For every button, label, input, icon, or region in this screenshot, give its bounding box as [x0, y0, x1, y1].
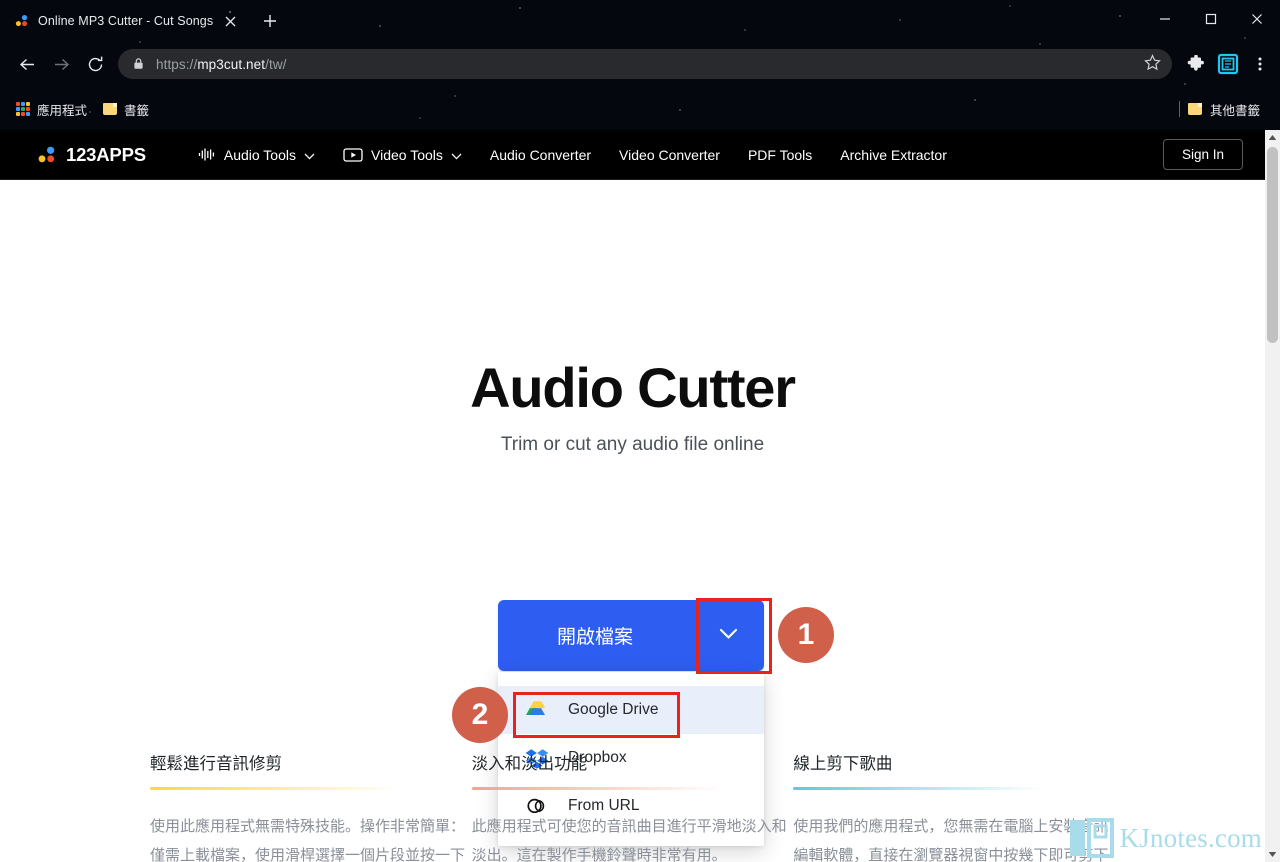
page-scrollbar[interactable]: [1265, 130, 1280, 862]
feature-body: 使用我們的應用程式，您無需在電腦上安裝音訊編輯軟體，直接在瀏覽器視窗中按幾下即可…: [793, 818, 1109, 862]
feature-accent-line: [793, 787, 1044, 790]
site-nav-links: Audio Tools Video Tools Audio Converter …: [184, 141, 961, 169]
lock-icon: [132, 57, 146, 71]
tab-title: Online MP3 Cutter - Cut Songs: [38, 14, 214, 28]
nav-item-archive-extractor[interactable]: Archive Extractor: [826, 141, 961, 169]
plus-icon[interactable]: [256, 7, 284, 35]
nav-item-label: PDF Tools: [747, 146, 813, 163]
feature-title: 輕鬆進行音訊修剪: [150, 755, 282, 773]
three-dots-vertical-icon[interactable]: [1246, 50, 1274, 78]
nav-item-label: Audio Tools: [223, 146, 296, 163]
nav-item-video-tools[interactable]: Video Tools: [329, 141, 476, 169]
puzzle-piece-icon[interactable]: [1182, 50, 1210, 78]
bookmark-folder-item[interactable]: 書籤: [95, 97, 157, 122]
open-file-button[interactable]: 開啟檔案: [498, 600, 764, 671]
reload-icon[interactable]: [78, 47, 112, 81]
nav-item-pdf-tools[interactable]: PDF Tools: [734, 141, 826, 169]
maximize-icon[interactable]: [1188, 2, 1234, 36]
nav-item-label: Archive Extractor: [840, 146, 947, 163]
google-drive-menu-item[interactable]: Google Drive: [498, 686, 764, 734]
video-play-box-icon: [343, 147, 363, 163]
nav-item-video-converter[interactable]: Video Converter: [605, 141, 734, 169]
chevron-down-icon: [719, 627, 738, 645]
bookmark-apps[interactable]: 應用程式: [8, 97, 95, 122]
feature-title: 線上剪下歌曲: [793, 755, 893, 773]
chevron-down-icon: [304, 147, 315, 163]
google-drive-icon: [524, 700, 550, 721]
scrollbar-thumb[interactable]: [1267, 147, 1278, 343]
feature-body: 使用此應用程式無需特殊技能。操作非常簡單：僅需上載檔案，使用滑桿選擇一個片段並按…: [150, 818, 466, 862]
nav-item-audio-tools[interactable]: Audio Tools: [184, 141, 329, 169]
hero-section: Audio Cutter Trim or cut any audio file …: [0, 180, 1265, 456]
bookmarks-bar: 應用程式 書籤 其他書籤: [0, 92, 1280, 126]
page-title: Audio Cutter: [470, 356, 796, 419]
minimize-icon[interactable]: [1142, 2, 1188, 36]
123apps-dots-favicon: [14, 13, 30, 29]
open-file-button-group: 開啟檔案: [498, 600, 764, 671]
folder-icon: [103, 103, 118, 115]
nav-item-label: Video Converter: [619, 146, 720, 163]
arrow-left-icon[interactable]: [10, 47, 44, 81]
browser-tab[interactable]: Online MP3 Cutter - Cut Songs: [0, 5, 250, 37]
scroll-down-arrow-icon[interactable]: [1265, 847, 1280, 862]
feature-column: 輕鬆進行音訊修剪 使用此應用程式無需特殊技能。操作非常簡單：僅需上載檔案，使用滑…: [150, 750, 472, 862]
feature-body: 此應用程式可使您的音訊曲目進行平滑地淡入和淡出。這在製作手機鈴聲時非常有用。: [471, 818, 787, 862]
nav-item-audio-converter[interactable]: Audio Converter: [476, 141, 605, 169]
browser-chrome: Online MP3 Cutter - Cut Songs https://mp…: [0, 0, 1280, 130]
annotation-step-2-badge: 2: [452, 687, 508, 743]
feature-title: 淡入和淡出功能: [471, 755, 588, 773]
open-file-label[interactable]: 開啟檔案: [498, 600, 692, 671]
feature-accent-line: [471, 787, 722, 790]
address-bar[interactable]: https://mp3cut.net/tw/: [118, 49, 1172, 79]
tab-strip: Online MP3 Cutter - Cut Songs: [0, 4, 284, 38]
url-text: https://mp3cut.net/tw/: [156, 56, 287, 72]
browser-window: Online MP3 Cutter - Cut Songs https://mp…: [0, 0, 1280, 862]
close-icon[interactable]: [1234, 2, 1280, 36]
bookmark-folder-label: 書籤: [124, 103, 150, 118]
site-logo[interactable]: 123APPS: [36, 144, 146, 166]
nav-item-label: Video Tools: [371, 146, 443, 163]
123apps-dots-logo: [36, 144, 58, 166]
chevron-down-icon: [451, 147, 462, 163]
divider: [1178, 101, 1180, 117]
site-navbar: 123APPS Audio Tools Video Tools Audio Co…: [0, 130, 1265, 180]
window-controls: [1142, 0, 1280, 38]
feature-accent-line: [150, 787, 400, 790]
page-subtitle: Trim or cut any audio file online: [500, 434, 765, 455]
close-icon[interactable]: [221, 12, 239, 30]
feature-column: 淡入和淡出功能 此應用程式可使您的音訊曲目進行平滑地淡入和淡出。這在製作手機鈴聲…: [471, 750, 794, 862]
bookmarks-bar-right: 其他書籤: [1178, 100, 1272, 119]
feature-column: 線上剪下歌曲 使用我們的應用程式，您無需在電腦上安裝音訊編輯軟體，直接在瀏覽器視…: [793, 750, 1115, 862]
nav-item-label: Audio Converter: [489, 146, 592, 163]
other-bookmarks-label[interactable]: 其他書籤: [1210, 100, 1260, 119]
bookmark-apps-label: 應用程式: [37, 103, 88, 118]
menu-item-label: Google Drive: [568, 701, 659, 718]
kjnotes-extension-icon[interactable]: [1214, 50, 1242, 78]
apps-grid-icon: [16, 102, 30, 116]
audio-waveform-icon: [198, 147, 216, 162]
scroll-up-arrow-icon[interactable]: [1265, 130, 1280, 145]
site-logo-text: 123APPS: [66, 143, 146, 165]
arrow-right-icon: [44, 47, 78, 81]
annotation-step-1-badge: 1: [778, 607, 834, 663]
browser-toolbar: https://mp3cut.net/tw/: [0, 42, 1280, 86]
features-section: 輕鬆進行音訊修剪 使用此應用程式無需特殊技能。操作非常簡單：僅需上載檔案，使用滑…: [0, 750, 1265, 862]
open-file-dropdown-caret[interactable]: [692, 600, 764, 671]
extension-icons: [1182, 50, 1280, 78]
star-icon[interactable]: [1144, 54, 1164, 74]
folder-icon: [1187, 103, 1202, 115]
sign-in-button[interactable]: Sign In: [1162, 139, 1243, 170]
page-viewport: 123APPS Audio Tools Video Tools Audio Co…: [0, 130, 1280, 862]
